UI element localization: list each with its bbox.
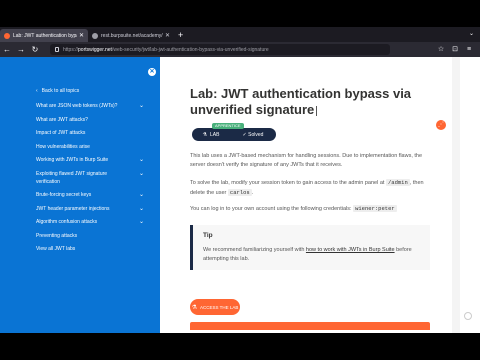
sidebar-item-label: Impact of JWT attacks [36,130,86,136]
portswigger-favicon-icon [4,32,10,39]
back-to-topics-label: Back to all topics [41,88,80,94]
sidebar-item-algorithm-confusion[interactable]: Algorithm confusion attacks ⌄ [36,218,144,226]
sidebar-item-label: Algorithm confusion attacks [36,219,98,225]
sidebar-item-label: JWT header parameter injections [36,205,110,212]
sidebar-item-flawed-verification[interactable]: Exploiting flawed JWT signature verifica… [36,170,144,186]
reload-icon[interactable]: ↻ [28,42,42,57]
sidebar-item-jwt-attacks[interactable]: What are JWT attacks? [36,116,144,124]
sidebar-item-label: Preventing attacks [36,232,78,239]
chevron-down-icon[interactable]: ⌄ [139,191,144,199]
sidebar-item-burp-suite[interactable]: Working with JWTs in Burp Suite ⌄ [36,156,144,164]
tab-title: Lab: JWT authentication bypas [13,32,77,39]
menu-icon[interactable]: ≡ [462,42,476,57]
admin-path-code: /admin [385,179,410,186]
lab-label: ⚗ LAB [202,131,220,138]
sidebar-item-label: How vulnerabilities arise [36,143,90,150]
credentials-code: wiener:peter [353,205,397,212]
lab-credentials: You can log in to your own account using… [190,205,397,212]
tab-active[interactable]: Lab: JWT authentication bypas ✕ [0,29,88,42]
chevron-down-icon[interactable]: ⌄ [139,218,144,226]
forward-arrow-icon[interactable]: → [14,42,28,57]
chevron-down-icon[interactable]: ⌄ [139,170,144,178]
sidebar-item-label: Working with JWTs in Burp Suite [36,157,109,163]
sidebar-item-label: Exploiting flawed JWT signature verifica… [36,170,108,185]
flask-icon: ⚗ [191,304,197,311]
username-code: carlos [227,189,252,196]
sidebar-item-brute-force[interactable]: Brute-forcing secret keys ⌄ [36,191,144,199]
bookmark-star-icon[interactable]: ☆ [434,42,448,57]
sidebar-item-label: What are JSON web tokens (JWTs)? [36,103,118,109]
lock-icon [55,47,59,52]
lab-instructions: To solve the lab, modify your session to… [190,179,424,196]
back-to-topics-link[interactable]: ‹ Back to all topics [36,88,79,94]
sidebar-item-label: View all JWT labs [36,246,76,252]
orange-banner [190,322,430,330]
url-host: portswigger.net [78,46,112,53]
new-tab-button[interactable]: + [178,29,183,42]
tip-title: Tip [203,232,213,239]
chevron-down-icon[interactable]: ⌄ [139,205,144,213]
sidebar-item-label: Brute-forcing secret keys [36,192,92,198]
chevron-down-icon[interactable]: ⌄ [139,102,144,110]
back-arrow-icon[interactable]: ← [0,42,14,57]
sidebar-item-header-injection[interactable]: JWT header parameter injections ⌄ [36,205,144,213]
url-path: /web-security/jwt/lab-jwt-authentication… [111,46,269,53]
burp-jwt-guide-link[interactable]: how to work with JWTs in Burp Suite [306,247,395,253]
sidebar-item-what-are-jwts[interactable]: What are JSON web tokens (JWTs)? ⌄ [36,102,144,110]
access-lab-button[interactable]: ⚗ ACCESS THE LAB [190,299,240,315]
level-badge: APPRENTICE [212,123,244,129]
tip-box: Tip We recommend familiarizing yourself … [190,225,430,270]
lab-status-badge: APPRENTICE ⚗ LAB ✓ Solved [192,123,276,141]
tab-inactive[interactable]: rest.burpsuite.net/academy/labs... ✕ [88,29,174,42]
sidebar-topic-list: What are JSON web tokens (JWTs)? ⌄ What a… [36,102,144,259]
sidebar-item-vulnerabilities[interactable]: How vulnerabilities arise [36,143,144,151]
text-cursor [316,105,318,116]
sidebar-item-impact[interactable]: Impact of JWT attacks [36,129,144,137]
close-sidebar-icon[interactable]: ✕ [148,68,156,76]
accessibility-icon[interactable] [464,312,472,320]
sidebar-item-label: What are JWT attacks? [36,116,88,123]
url-prefix: https:// [63,46,79,53]
access-lab-label: ACCESS THE LAB [199,304,239,310]
address-bar[interactable]: https:// portswigger.net /web-security/j… [50,44,390,55]
close-tab-icon[interactable]: ✕ [165,32,170,39]
share-icon[interactable]: ⋰ [436,120,446,130]
tab-title: rest.burpsuite.net/academy/labs... [101,32,163,39]
chevron-down-icon[interactable]: ⌄ [139,156,144,164]
navigation-bar: ← → ↻ https:// portswigger.net /web-secu… [0,42,480,57]
tip-body: We recommend familiarizing yourself with… [203,247,412,262]
close-tab-icon[interactable]: ✕ [79,32,84,39]
scrollbar[interactable] [452,57,460,333]
sidebar-item-preventing[interactable]: Preventing attacks [36,232,144,240]
extensions-icon[interactable]: ⊡ [448,42,462,57]
page-favicon-icon [92,32,98,39]
chevron-left-icon: ‹ [36,88,38,94]
tab-list-chevron-icon[interactable]: ⌄ [469,30,474,37]
page-title: Lab: JWT authentication bypass via unver… [190,86,412,117]
lab-description: This lab uses a JWT-based mechanism for … [190,153,423,168]
solved-label: ✓ Solved [242,131,264,138]
tab-bar: Lab: JWT authentication bypas ✕ rest.bur… [0,27,480,42]
sidebar-item-all-labs[interactable]: View all JWT labs [36,245,144,253]
flask-icon: ⚗ [202,131,208,138]
